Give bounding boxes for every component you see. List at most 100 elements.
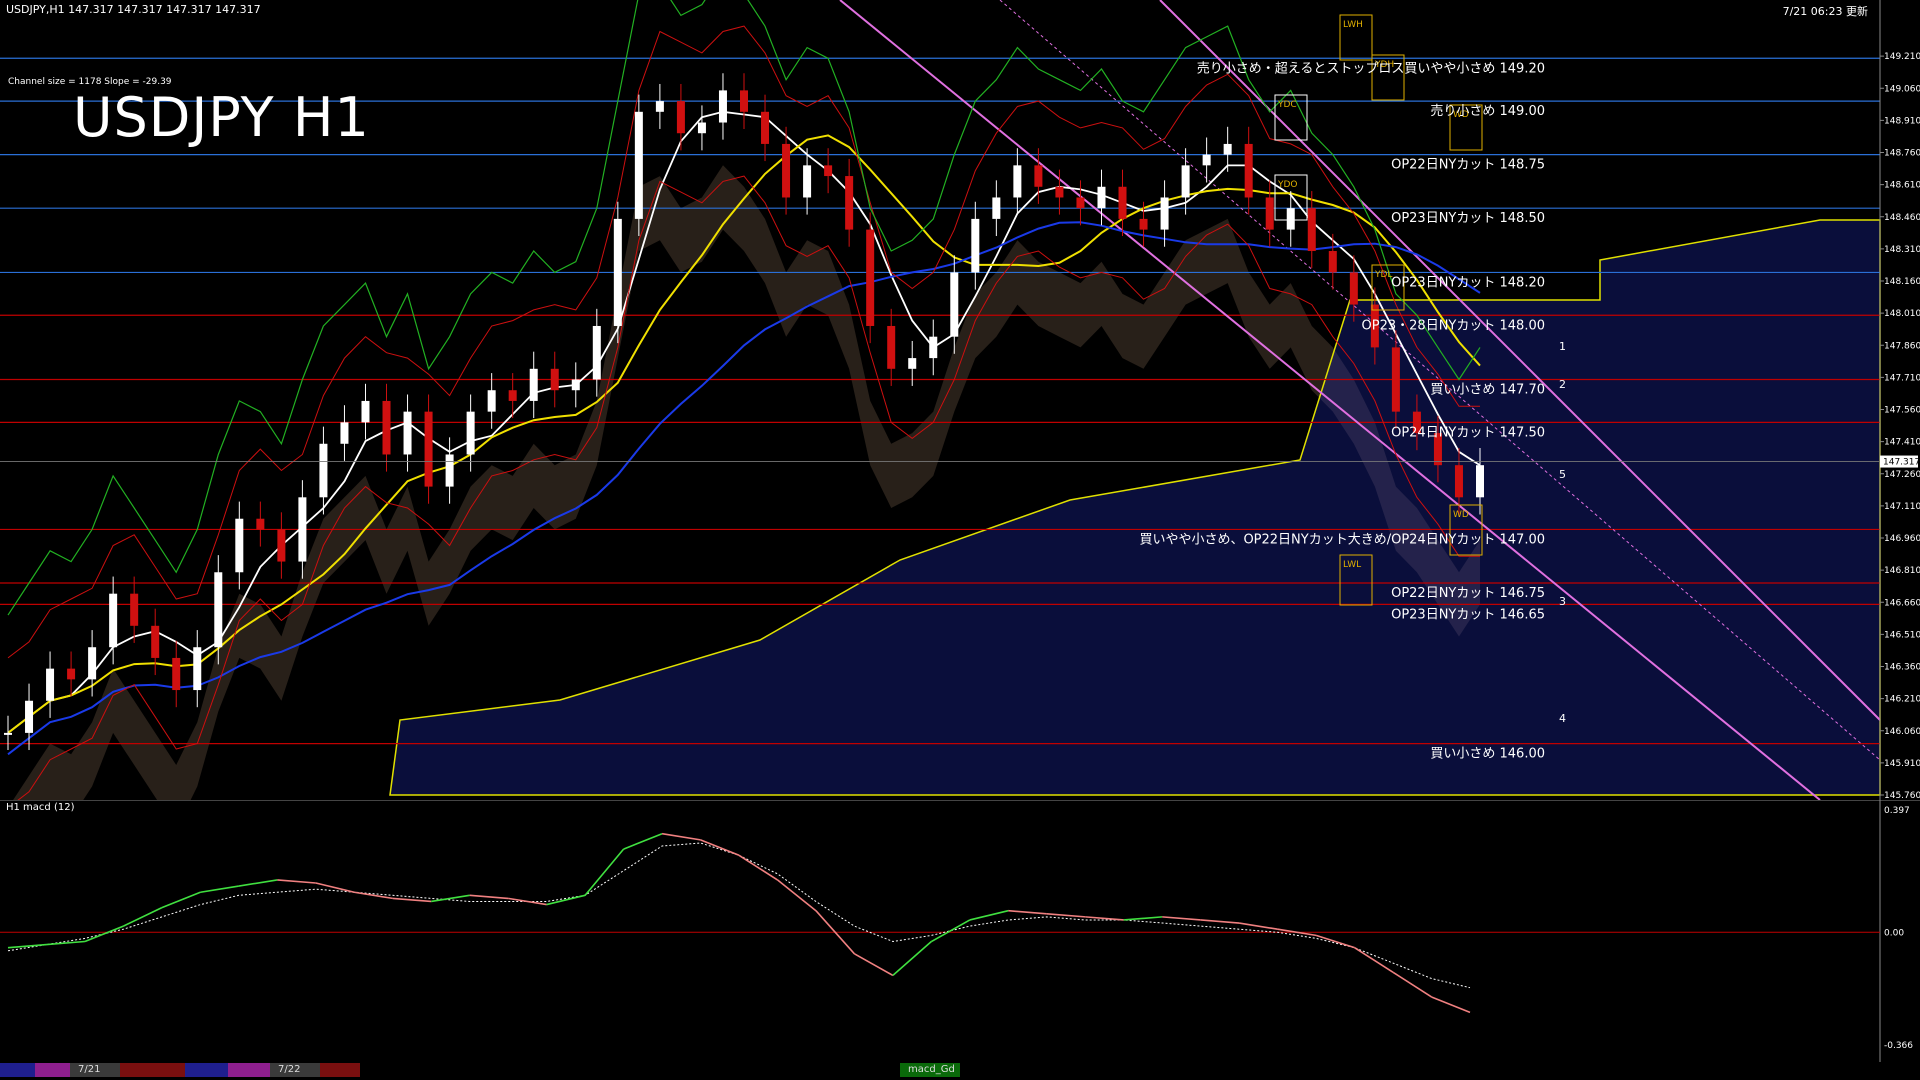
macd-panel[interactable]: 0.3970.00-0.366 H1 macd (12) 40000	[0, 800, 1920, 1074]
candle	[1013, 165, 1022, 198]
timeframe-tab[interactable]	[320, 1063, 360, 1077]
price-tick-label: 148.310	[1884, 245, 1920, 255]
candle	[1391, 347, 1400, 412]
candle	[971, 218, 980, 273]
macd-title: H1 macd (12)	[6, 802, 75, 813]
timeframe-tab[interactable]	[228, 1063, 270, 1077]
candle	[487, 390, 496, 412]
timeframe-tab[interactable]	[185, 1063, 228, 1077]
projection-label: 5	[1559, 468, 1566, 481]
candle	[697, 122, 706, 134]
projection-label: 2	[1559, 378, 1566, 391]
candle	[151, 625, 160, 658]
price-tick-label: 149.210	[1884, 52, 1920, 62]
timeframe-tab-label: 7/21	[78, 1064, 101, 1075]
candle	[1139, 218, 1148, 230]
candle	[1476, 465, 1484, 498]
zone-label: LWH	[1343, 20, 1363, 30]
candle	[803, 165, 812, 198]
candle	[1328, 251, 1337, 273]
price-tick-label: 147.110	[1884, 502, 1920, 512]
candle	[424, 411, 433, 487]
candle	[445, 454, 454, 487]
candle	[1265, 197, 1274, 230]
candle	[1244, 143, 1253, 198]
price-tick-label: 146.060	[1884, 727, 1920, 737]
candle	[571, 379, 580, 391]
candle	[824, 165, 833, 177]
candle	[109, 593, 118, 648]
price-tick-label: 148.010	[1884, 309, 1920, 319]
price-tick-label: 148.760	[1884, 149, 1920, 159]
zone-label: LWL	[1343, 560, 1361, 570]
price-tick-label: 146.660	[1884, 598, 1920, 608]
candle	[550, 368, 559, 391]
level-label: OP22日NYカット 146.75	[1391, 586, 1545, 601]
update-timestamp: 7/21 06:23 更新	[1782, 5, 1868, 18]
candle	[1097, 186, 1106, 209]
price-tick-label: 147.710	[1884, 373, 1920, 383]
level-label: OP23・28日NYカット 148.00	[1362, 318, 1545, 333]
projection-label: 1	[1559, 340, 1566, 353]
price-tick-label: 147.860	[1884, 341, 1920, 351]
macd-tick-label: 0.00	[1884, 928, 1904, 938]
level-label: OP22日NYカット 148.75	[1391, 158, 1545, 173]
price-tick-label: 146.360	[1884, 663, 1920, 673]
level-label: OP23日NYカット 148.20	[1391, 275, 1545, 290]
candle	[676, 101, 685, 134]
price-chart-panel[interactable]: LWH YDH YDC YDO YDL WD WD LWL 売り小さめ・超えるとストップロス買…	[0, 0, 1920, 800]
price-tick-label: 147.410	[1884, 438, 1920, 448]
candle	[718, 90, 727, 123]
candle	[214, 572, 223, 648]
level-label: OP23日NYカット 148.50	[1391, 211, 1545, 226]
candle	[4, 732, 12, 735]
price-tick-label: 146.210	[1884, 695, 1920, 705]
candle	[1160, 197, 1169, 230]
price-tick-label: 145.910	[1884, 759, 1920, 769]
candle	[1349, 272, 1358, 305]
zone-label: WD	[1453, 510, 1469, 520]
zone-label: YDO	[1277, 180, 1298, 190]
candle	[1118, 186, 1127, 219]
candle	[1223, 143, 1232, 155]
candle	[298, 497, 307, 562]
symbol-header: USDJPY,H1 147.317 147.317 147.317 147.31…	[6, 3, 261, 16]
price-tick-label: 149.060	[1884, 84, 1920, 94]
price-tick-label: 147.260	[1884, 470, 1920, 480]
candle	[382, 400, 391, 455]
candle	[992, 197, 1001, 219]
price-tick-label: 146.810	[1884, 566, 1920, 576]
zone-label: YDC	[1277, 100, 1297, 110]
price-tick-label: 148.160	[1884, 277, 1920, 287]
macd-tick-label: -0.366	[1884, 1041, 1913, 1051]
zone-label: YDL	[1374, 270, 1392, 280]
candle	[929, 336, 938, 359]
timeframe-tab-label: 7/22	[278, 1064, 301, 1075]
candle	[1034, 165, 1043, 187]
price-tick-label: 147.560	[1884, 406, 1920, 416]
timeframe-tab[interactable]	[120, 1063, 185, 1077]
price-tick-label: 148.910	[1884, 116, 1920, 126]
candle	[256, 518, 265, 530]
level-label: OP24日NYカット 147.50	[1391, 425, 1545, 440]
candle	[866, 229, 875, 326]
candle	[46, 668, 55, 701]
projection-label: 4	[1559, 712, 1566, 725]
timeframe-tab[interactable]	[35, 1063, 70, 1077]
candle	[655, 101, 664, 112]
level-label: OP23日NYカット 146.65	[1391, 607, 1545, 622]
candle	[130, 593, 139, 626]
candle	[172, 657, 181, 691]
candle	[1076, 197, 1085, 209]
level-label: 売り小さめ・超えるとストップロス買いやや小さめ 149.20	[1197, 60, 1545, 76]
candle	[1055, 186, 1064, 198]
candle	[950, 272, 959, 337]
price-tick-label: 146.510	[1884, 630, 1920, 640]
timeframe-tab[interactable]	[0, 1063, 35, 1077]
macd-chart[interactable]: 0.397 0.00 -0.366	[0, 800, 1920, 1062]
candle	[25, 700, 34, 733]
candle	[508, 390, 517, 401]
candle	[1286, 208, 1295, 230]
macd-tick-label: 0.397	[1884, 806, 1910, 816]
price-tick-label: 148.460	[1884, 213, 1920, 223]
